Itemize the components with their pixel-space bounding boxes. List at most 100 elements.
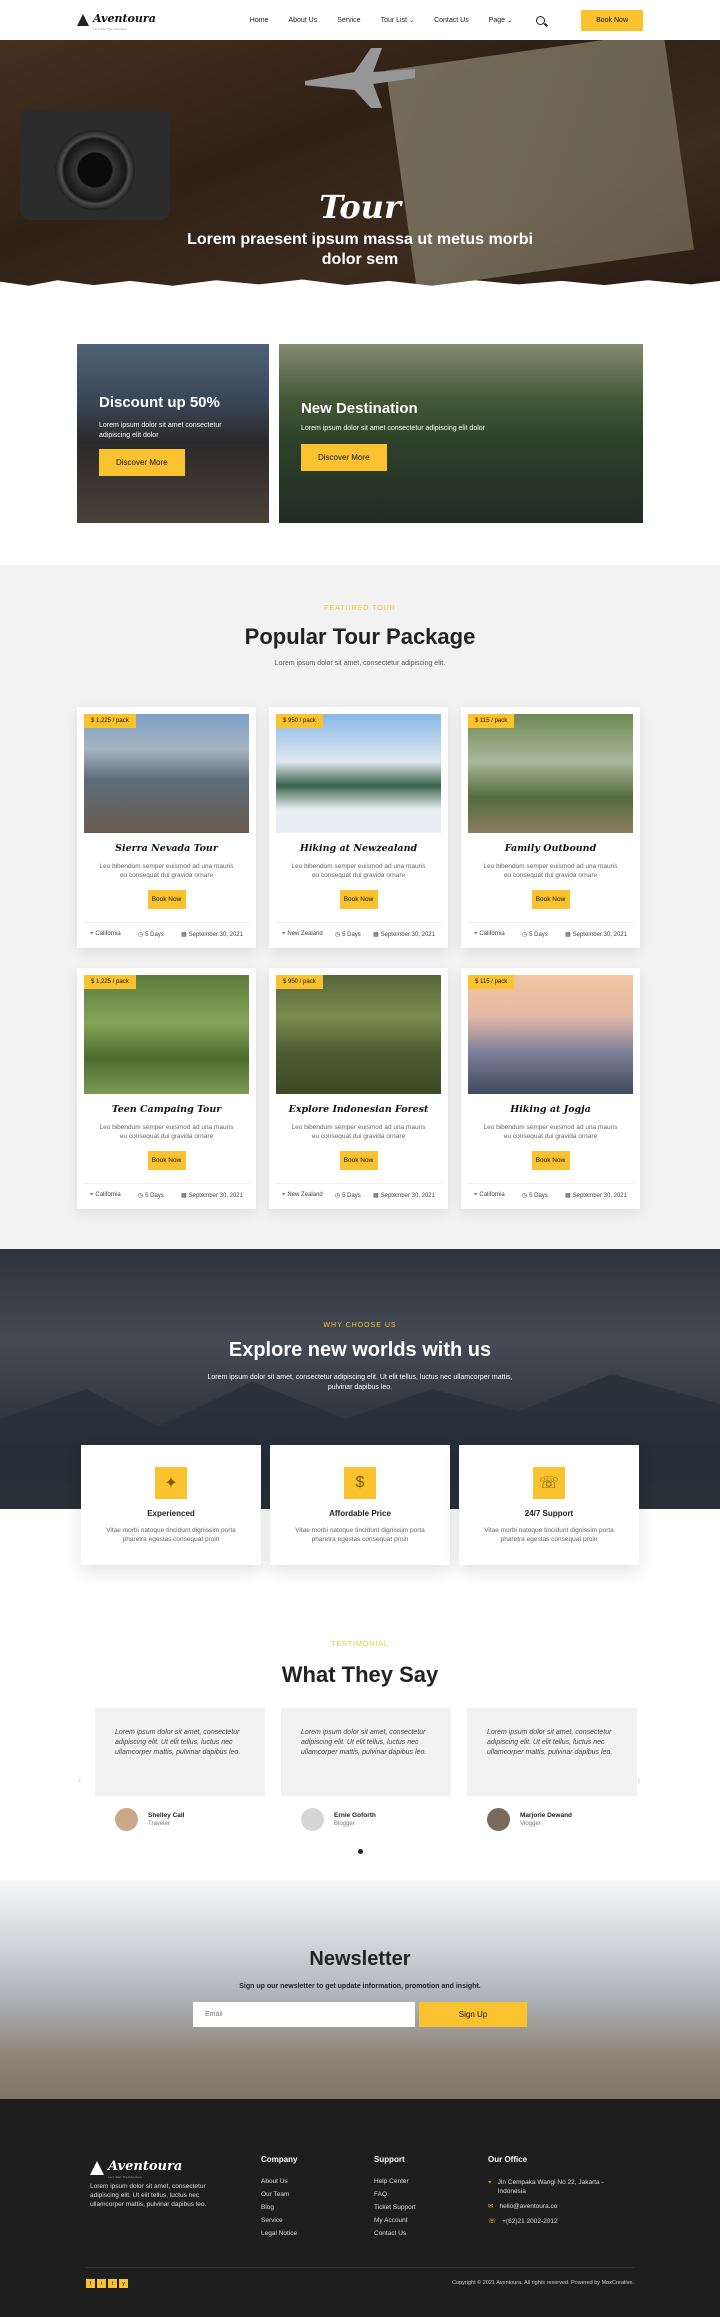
book-now-button[interactable]: Book Now — [531, 890, 570, 909]
tour-date: ▦ September 30, 2021 — [181, 931, 243, 938]
tour-meta: ⌖ New Zealand ◷ 5 Days ▦ September 30, 2021 — [276, 1183, 441, 1199]
nav-service[interactable]: Service — [337, 17, 360, 24]
tour-card[interactable]: $ 1,225 / pack Teen Campaing Tour Leo bi… — [77, 968, 256, 1209]
testimonial-card: Lorem ipsum dolor sit amet, consectetur … — [467, 1708, 637, 1831]
tour-card[interactable]: $ 1,225 / pack Sierra Nevada Tour Leo bi… — [77, 707, 256, 948]
section-eyebrow: TESTIMONIAL — [331, 1641, 389, 1648]
feature-description: Vitae morbi natoque tincidunt dignissim … — [484, 1527, 614, 1543]
tour-duration-text: 5 Days — [529, 1193, 548, 1199]
newsletter-title: Newsletter — [309, 1948, 411, 1970]
testimonial-section: TESTIMONIAL What They Say ‹ › Lorem ipsu… — [0, 1605, 720, 1880]
nav-page-label: Page — [488, 16, 506, 24]
logo-tagline: Let's Start The Adventure — [108, 2175, 142, 2179]
nav-home[interactable]: Home — [250, 17, 269, 24]
tour-card[interactable]: $ 950 / pack Hiking at Newzealand Leo bi… — [269, 707, 448, 948]
tour-date: ▦ September 30, 2021 — [565, 1192, 627, 1199]
nav-about-us[interactable]: About Us — [288, 17, 317, 24]
tour-name[interactable]: Hiking at Jogja — [468, 1104, 633, 1115]
avatar — [487, 1808, 510, 1831]
footer-link-ticket-support[interactable]: Ticket Support — [374, 2204, 416, 2211]
footer-support-column: Support Help Center FAQ Ticket Support M… — [374, 2155, 416, 2243]
office-phone-text: +(62)21 2002-2012 — [502, 2218, 558, 2225]
price-badge: $ 950 / pack — [276, 714, 323, 728]
tour-image[interactable]: $ 115 / pack — [468, 975, 633, 1094]
logo[interactable]: Aventoura Let's Start The Adventure — [77, 9, 156, 31]
office-phone[interactable]: ☏ +(62)21 2002-2012 — [488, 2217, 618, 2226]
tour-name[interactable]: Sierra Nevada Tour — [84, 843, 249, 854]
section-title: Popular Tour Package — [244, 624, 476, 649]
book-now-button[interactable]: Book Now — [581, 9, 643, 31]
tour-name[interactable]: Family Outbound — [468, 843, 633, 854]
nav-tour-list[interactable]: Tour List ⌄ — [381, 17, 415, 24]
avatar — [301, 1808, 324, 1831]
tour-image[interactable]: $ 1,225 / pack — [84, 714, 249, 833]
office-email[interactable]: ✉ hello@aventoura.co — [488, 2202, 618, 2211]
testimonial-quote: Lorem ipsum dolor sit amet, consectetur … — [281, 1708, 451, 1796]
discover-more-button[interactable]: Discover More — [300, 444, 387, 471]
logo-tagline: Let's Start The Adventure — [93, 27, 127, 31]
tour-image[interactable]: $ 1,225 / pack — [84, 975, 249, 1094]
author-name: Marjorie Dewand — [520, 1812, 573, 1819]
carousel-prev-arrow-icon[interactable]: ‹ — [78, 1775, 81, 1786]
nav-page[interactable]: Page ⌄ — [489, 17, 512, 24]
email-field[interactable] — [193, 2002, 415, 2027]
footer-link-service[interactable]: Service — [261, 2217, 297, 2224]
footer-link-my-account[interactable]: My Account — [374, 2217, 416, 2224]
carousel-next-arrow-icon[interactable]: › — [637, 1775, 640, 1786]
tour-card[interactable]: $ 950 / pack Explore Indonesian Forest L… — [269, 968, 448, 1209]
why-choose-us-section: WHY CHOOSE US Explore new worlds with us… — [0, 1249, 720, 1605]
nav-links: Home About Us Service Tour List ⌄ Contact… — [250, 15, 546, 25]
section-description: Lorem ipsum dolor sit amet, consectetur … — [274, 660, 446, 667]
footer-link-contact-us[interactable]: Contact Us — [374, 2230, 416, 2237]
logo-text: Aventoura — [108, 2159, 183, 2174]
book-now-button[interactable]: Book Now — [339, 1151, 378, 1170]
author-role: Vlogger — [520, 1821, 541, 1827]
tour-duration-text: 5 Days — [145, 1193, 164, 1199]
tour-name[interactable]: Teen Campaing Tour — [84, 1104, 249, 1115]
tour-description: Leo bibendum semper euismod ad una mauri… — [483, 1124, 618, 1140]
footer-link-our-team[interactable]: Our Team — [261, 2191, 297, 2198]
footer-link-about-us[interactable]: About Us — [261, 2178, 297, 2185]
footer-link-help-center[interactable]: Help Center — [374, 2178, 416, 2185]
chevron-down-icon: ⌄ — [409, 17, 415, 24]
tour-card[interactable]: $ 115 / pack Family Outbound Leo bibendu… — [461, 707, 640, 948]
footer-link-legal-notice[interactable]: Legal Notice — [261, 2230, 297, 2237]
tour-image[interactable]: $ 950 / pack — [276, 975, 441, 1094]
footer-link-faq[interactable]: FAQ — [374, 2191, 416, 2198]
tour-image[interactable]: $ 115 / pack — [468, 714, 633, 833]
clock-icon: ◷ — [521, 932, 528, 938]
testimonial-quote: Lorem ipsum dolor sit amet, consectetur … — [95, 1708, 265, 1796]
youtube-icon[interactable]: y — [119, 2279, 128, 2288]
book-now-button[interactable]: Book Now — [147, 890, 186, 909]
tour-name[interactable]: Hiking at Newzealand — [276, 843, 441, 854]
book-now-button[interactable]: Book Now — [339, 890, 378, 909]
sign-up-button[interactable]: Sign Up — [419, 2002, 527, 2027]
social-links: f i t y — [86, 2279, 128, 2288]
book-now-button[interactable]: Book Now — [147, 1151, 186, 1170]
location-pin-icon: ⌖ — [474, 931, 478, 937]
author-name: Shelley Call — [148, 1812, 185, 1819]
tour-date: ▦ September 30, 2021 — [181, 1192, 243, 1199]
facebook-icon[interactable]: f — [86, 2279, 95, 2288]
book-now-button[interactable]: Book Now — [531, 1151, 570, 1170]
footer-link-blog[interactable]: Blog — [261, 2204, 297, 2211]
footer-logo[interactable]: Aventoura Let's Start The Adventure — [90, 2157, 182, 2179]
section-description: Lorem ipsum dolor sit amet, consectetur … — [207, 1374, 513, 1391]
tour-name[interactable]: Explore Indonesian Forest — [276, 1104, 441, 1115]
instagram-icon[interactable]: i — [97, 2279, 106, 2288]
testimonial-author: Shelley Call Traveler — [115, 1808, 265, 1831]
hero-banner: Tour Lorem praesent ipsum massa ut metus… — [0, 40, 720, 290]
tour-card[interactable]: $ 115 / pack Hiking at Jogja Leo bibendu… — [461, 968, 640, 1209]
tour-duration: ◷ 5 Days — [335, 1192, 361, 1199]
nav-contact-us[interactable]: Contact Us — [434, 17, 469, 24]
search-icon[interactable] — [536, 15, 546, 25]
twitter-icon[interactable]: t — [108, 2279, 117, 2288]
testimonial-carousel: Lorem ipsum dolor sit amet, consectetur … — [95, 1708, 720, 1831]
logo-mountain-icon — [77, 14, 89, 26]
carousel-dot[interactable] — [357, 1849, 363, 1854]
popular-tour-section: FEATURED TOUR Popular Tour Package Lorem… — [0, 565, 720, 1249]
discover-more-button[interactable]: Discover More — [99, 449, 185, 476]
tour-image[interactable]: $ 950 / pack — [276, 714, 441, 833]
testimonial-quote: Lorem ipsum dolor sit amet, consectetur … — [467, 1708, 637, 1796]
feature-description: Vitae morbi natoque tincidunt dignissim … — [295, 1527, 425, 1543]
